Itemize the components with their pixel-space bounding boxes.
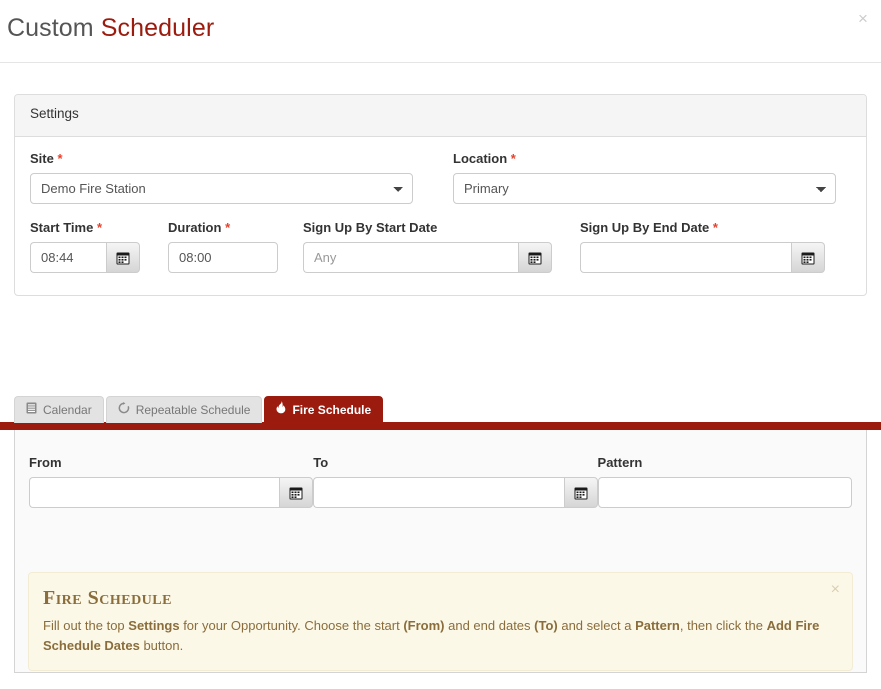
signup-start-label: Sign Up By Start Date (303, 220, 438, 235)
required-marker: * (225, 220, 231, 235)
signup-end-input[interactable] (580, 242, 791, 273)
duration-input[interactable] (168, 242, 278, 273)
modal-header: Custom Scheduler × (0, 0, 881, 63)
signup-start-input[interactable] (303, 242, 518, 273)
to-input-group (313, 477, 598, 508)
signup-end-input-group (580, 242, 825, 273)
fire-schedule-form: From To Pattern (15, 430, 866, 508)
site-select[interactable]: Demo Fire Station (30, 173, 413, 204)
settings-panel-body: Site * Demo Fire Station Location * Prim… (15, 137, 866, 295)
from-input[interactable] (29, 477, 280, 508)
page-title: Custom Scheduler (7, 13, 214, 44)
schedule-tabs: Calendar Repeatable Schedule Fire Schedu… (14, 396, 867, 423)
pattern-label: Pattern (597, 455, 643, 470)
to-field-group: To (313, 455, 598, 508)
calendar-icon[interactable] (106, 242, 140, 273)
location-label: Location * (453, 151, 516, 166)
required-marker: * (96, 220, 103, 235)
pattern-field-group: Pattern (597, 455, 852, 508)
to-label: To (313, 455, 329, 470)
page-title-main: Custom (7, 14, 94, 42)
fire-schedule-alert: × Fire Schedule Fill out the top Setting… (28, 572, 853, 671)
page-title-accent: Scheduler (100, 14, 215, 42)
alert-heading: Fire Schedule (43, 587, 172, 609)
location-field-group: Location * Primary (453, 151, 836, 204)
required-marker: * (712, 220, 718, 235)
refresh-icon (118, 397, 130, 424)
duration-label: Duration * (168, 220, 231, 235)
site-label: Site * (30, 151, 63, 166)
fire-icon (276, 397, 286, 424)
signup-end-label: Sign Up By End Date * (580, 220, 718, 235)
tab-list: Calendar Repeatable Schedule Fire Schedu… (14, 396, 867, 423)
tab-active-rule (0, 422, 881, 430)
to-input[interactable] (313, 477, 564, 508)
settings-panel-title: Settings (15, 95, 866, 137)
start-time-input-group (30, 242, 140, 273)
tab-fire-item: Fire Schedule (264, 396, 384, 424)
from-field-group: From (29, 455, 314, 508)
alert-close-icon[interactable]: × (831, 582, 840, 598)
from-input-group (29, 477, 314, 508)
tab-fire-schedule-label: Fire Schedule (292, 402, 372, 417)
tab-calendar[interactable]: Calendar (14, 396, 104, 423)
start-time-input[interactable] (30, 242, 106, 273)
list-icon (26, 397, 37, 424)
calendar-icon[interactable] (791, 242, 825, 273)
calendar-icon[interactable] (279, 477, 314, 508)
from-label: From (29, 455, 62, 470)
start-time-field-group: Start Time * (30, 220, 140, 273)
site-field-group: Site * Demo Fire Station (30, 151, 413, 204)
tab-repeatable-schedule[interactable]: Repeatable Schedule (105, 396, 263, 424)
alert-message: Fill out the top Settings for your Oppor… (43, 618, 820, 653)
location-select[interactable]: Primary (453, 173, 836, 204)
tab-repeatable-item: Repeatable Schedule (105, 396, 263, 424)
signup-end-field-group: Sign Up By End Date * (580, 220, 825, 273)
start-time-label: Start Time * (30, 220, 103, 235)
signup-start-input-group (303, 242, 552, 273)
duration-field-group: Duration * (168, 220, 278, 273)
pattern-input[interactable] (597, 477, 852, 508)
close-icon[interactable]: × (854, 9, 872, 27)
tab-calendar-label: Calendar (43, 402, 92, 417)
signup-start-field-group: Sign Up By Start Date (303, 220, 552, 273)
tab-repeatable-schedule-label: Repeatable Schedule (135, 402, 251, 417)
tab-calendar-item: Calendar (14, 396, 104, 423)
tab-fire-schedule[interactable]: Fire Schedule (264, 396, 384, 424)
modal-body: Settings Site * Demo Fire Station Locati… (0, 63, 881, 689)
settings-panel: Settings Site * Demo Fire Station Locati… (14, 94, 867, 296)
calendar-icon[interactable] (518, 242, 552, 273)
calendar-icon[interactable] (563, 477, 598, 508)
required-marker: * (510, 151, 516, 166)
required-marker: * (57, 151, 63, 166)
